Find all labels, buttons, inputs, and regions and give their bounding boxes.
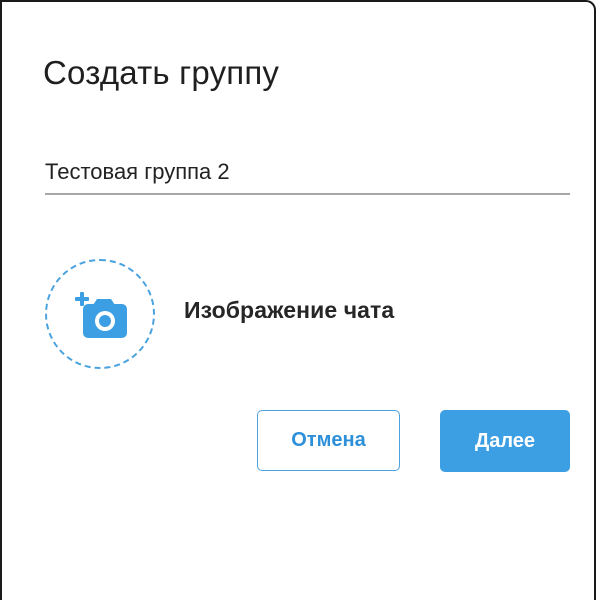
group-name-input[interactable] (45, 151, 570, 195)
add-photo-icon (75, 292, 127, 338)
chat-image-picker[interactable] (45, 259, 155, 369)
next-button[interactable]: Далее (440, 410, 570, 472)
cancel-button[interactable]: Отмена (257, 410, 400, 471)
create-group-dialog: Создать группу Изображение чата Отмена Д… (0, 0, 596, 600)
chat-image-label: Изображение чата (184, 297, 395, 323)
dialog-title: Создать группу (43, 54, 280, 91)
